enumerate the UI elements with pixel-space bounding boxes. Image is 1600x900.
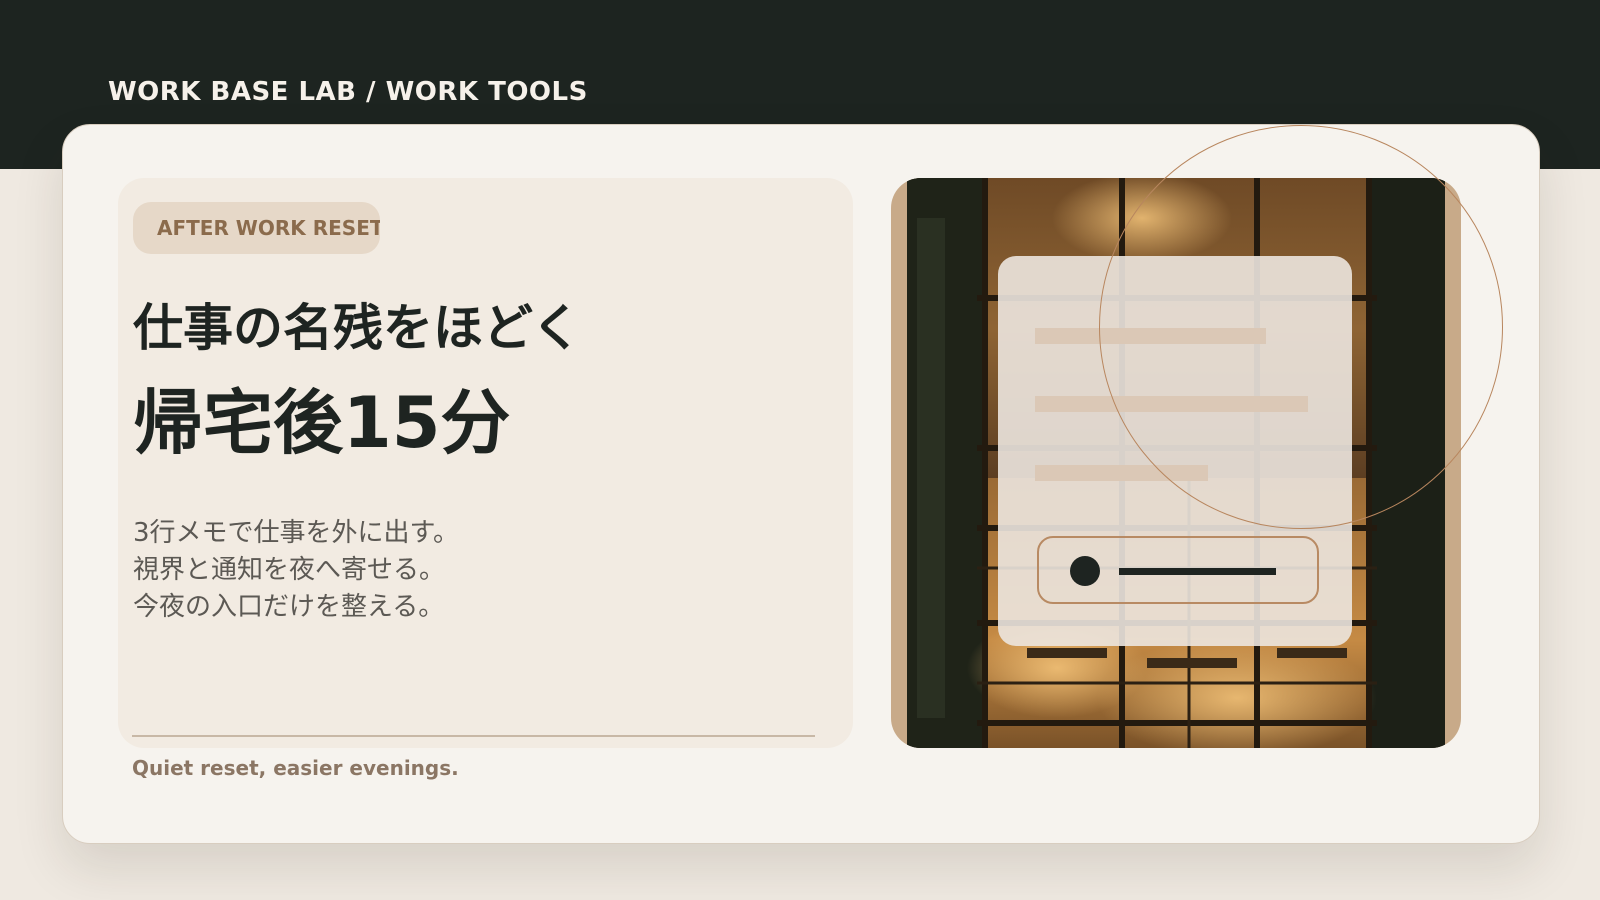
- toggle-control[interactable]: [1037, 536, 1319, 604]
- toggle-dot-icon: [1070, 556, 1100, 586]
- placeholder-line: [1035, 396, 1308, 412]
- text-panel: AFTER WORK RESET 仕事の名残をほどく 帰宅後15分 3行メモで仕…: [118, 178, 853, 748]
- footer-note: Quiet reset, easier evenings.: [132, 756, 459, 780]
- body-line: 3行メモで仕事を外に出す。: [133, 518, 459, 548]
- body-text: 3行メモで仕事を外に出す。 視界と通知を夜へ寄せる。 今夜の入口だけを整える。: [133, 515, 459, 626]
- slide-card: AFTER WORK RESET 仕事の名残をほどく 帰宅後15分 3行メモで仕…: [62, 124, 1540, 844]
- headline-primary: 仕事の名残をほどく: [133, 299, 582, 357]
- placeholder-line: [1035, 328, 1266, 344]
- brand-title: WORK BASE LAB / WORK TOOLS: [108, 77, 588, 107]
- image-frame: [891, 178, 1461, 748]
- category-badge: AFTER WORK RESET: [133, 202, 380, 254]
- toggle-track-line: [1119, 568, 1276, 575]
- body-line: 今夜の入口だけを整える。: [133, 592, 445, 622]
- form-placeholder-card: [998, 256, 1352, 646]
- headline-secondary: 帰宅後15分: [133, 382, 511, 464]
- footer-divider: [132, 735, 815, 737]
- body-line: 視界と通知を夜へ寄せる。: [133, 555, 446, 585]
- placeholder-line: [1035, 465, 1208, 481]
